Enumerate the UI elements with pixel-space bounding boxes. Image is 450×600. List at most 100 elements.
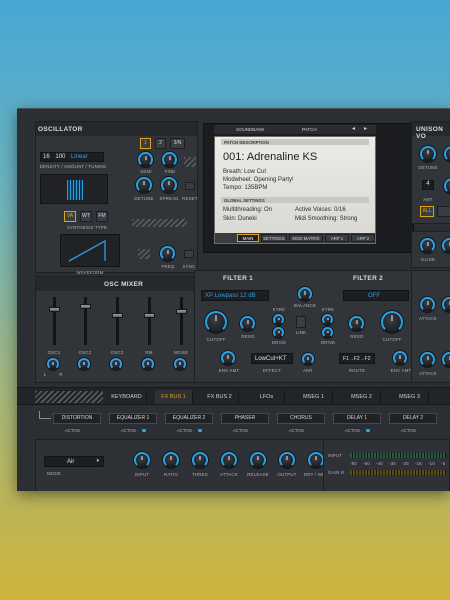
- filter-1-drive-knob[interactable]: [273, 327, 284, 338]
- filter-2-env-amt-knob[interactable]: [393, 351, 407, 365]
- filter-1-cutoff-knob[interactable]: [205, 311, 227, 333]
- filter-2-reso-knob[interactable]: [349, 316, 364, 331]
- unison-voices-display[interactable]: 4: [422, 180, 434, 190]
- global-left-2: Skin: Duneki: [223, 216, 257, 222]
- filter-1-ktrk-knob[interactable]: [273, 314, 284, 325]
- env-2-attack-knob[interactable]: [420, 352, 435, 367]
- tab-fx-bus-1[interactable]: FX BUS 1: [155, 390, 193, 404]
- fx-slot-equalizer-1[interactable]: EQUALIZER 1: [109, 413, 157, 424]
- osc-3n-button[interactable]: 3/N: [170, 138, 185, 149]
- filter-effect-amt-knob[interactable]: [302, 353, 314, 365]
- fine-knob[interactable]: [162, 152, 177, 167]
- fx-active-distortion[interactable]: ACTIVE ·: [65, 428, 83, 433]
- osc1-fader-cap[interactable]: [49, 307, 60, 312]
- tab-mod-matrix[interactable]: MOD MATRIX: [289, 234, 323, 242]
- fx-slot-delay-2[interactable]: DELAY 2: [389, 413, 437, 424]
- fx-active-delay-2[interactable]: ACTIVE ·: [401, 428, 419, 433]
- tab-mseg-3[interactable]: MSEG 3: [391, 390, 429, 404]
- semi-knob[interactable]: [138, 152, 153, 167]
- filter-effect-dropdown[interactable]: LowCut+KT: [251, 353, 293, 364]
- fx-active-delay-1[interactable]: ACTIVE ·: [345, 428, 363, 433]
- fx-slot-distortion[interactable]: DISTORTION: [53, 413, 101, 424]
- comp-input-knob[interactable]: [134, 452, 150, 468]
- osc2-pan-knob[interactable]: [78, 358, 90, 370]
- tab-soundbank[interactable]: SOUNDBANK: [236, 127, 265, 132]
- synth-type-fm-button[interactable]: FM: [96, 211, 108, 222]
- oscillator-panel: OSCILLATOR 1 2 3/N 16 100 Linear DENSITY…: [35, 121, 198, 275]
- rm-pan-knob[interactable]: [142, 358, 154, 370]
- tab-patch[interactable]: PATCH: [302, 127, 317, 132]
- detune-knob[interactable]: [136, 177, 152, 193]
- filter-route-selector[interactable]: F1→F2→F2: [339, 353, 375, 364]
- rm-fader-cap[interactable]: [144, 313, 155, 318]
- tab-arp-2[interactable]: ARP 2: [351, 234, 375, 242]
- fx-active-equalizer-2[interactable]: ACTIVE ·: [177, 428, 195, 433]
- link-button[interactable]: [296, 316, 306, 328]
- noise-fader-cap[interactable]: [176, 309, 187, 314]
- tab-mseg-1[interactable]: MSEG 1: [295, 390, 333, 404]
- unison-detune-knob[interactable]: [420, 146, 436, 162]
- waveform-display[interactable]: [60, 234, 120, 267]
- synth-type-va-button[interactable]: VA: [64, 211, 76, 222]
- filter-1-reso-knob[interactable]: [240, 316, 255, 331]
- tab-keyboard[interactable]: KEYBOARD: [107, 390, 147, 404]
- osc3-fader-cap[interactable]: [112, 313, 123, 318]
- osc3-pan-knob[interactable]: [110, 358, 122, 370]
- next-patch-arrow-icon[interactable]: ▸: [364, 125, 367, 132]
- fx-slot-chorus[interactable]: CHORUS: [277, 413, 325, 424]
- comp-drywet-knob[interactable]: [308, 452, 324, 468]
- noise-pan-knob[interactable]: [174, 358, 186, 370]
- prev-patch-arrow-icon[interactable]: ◂: [352, 125, 355, 132]
- filter-2-ktrk-knob[interactable]: [322, 314, 333, 325]
- filter-2-cutoff-knob[interactable]: [381, 311, 403, 333]
- unison-amt-knob[interactable]: [444, 178, 450, 194]
- tab-settings[interactable]: SETTINGS: [261, 234, 287, 242]
- spread-knob[interactable]: [161, 177, 177, 193]
- unison-mode-button[interactable]: [437, 206, 450, 217]
- env-2-decay-knob[interactable]: [442, 352, 450, 367]
- env-1-attack-knob[interactable]: [420, 297, 435, 312]
- filter-1-env-amt-knob[interactable]: [221, 351, 235, 365]
- tab-arp-1[interactable]: ARP 1: [325, 234, 349, 242]
- freq-knob[interactable]: [160, 246, 175, 261]
- comp-thres-knob[interactable]: [192, 452, 208, 468]
- fx-slot-delay-1[interactable]: DELAY 1: [333, 413, 381, 424]
- reset-button[interactable]: [185, 182, 195, 190]
- glide-amount-knob[interactable]: [442, 238, 450, 253]
- unison-spread-knob[interactable]: [444, 146, 450, 162]
- comp-attack-knob[interactable]: [221, 452, 237, 468]
- tab-lfos[interactable]: LFOs: [249, 390, 285, 404]
- fx-slot-phaser[interactable]: PHASER: [221, 413, 269, 424]
- filter-2-type-dropdown[interactable]: OFF: [343, 290, 409, 301]
- balance-knob[interactable]: [298, 287, 312, 301]
- fx-active-chorus[interactable]: ACTIVE ·: [289, 428, 307, 433]
- density-display[interactable]: 16 100 Linear: [40, 152, 104, 162]
- osc-2-button[interactable]: 2: [155, 138, 166, 149]
- comp-ratio-knob[interactable]: [163, 452, 179, 468]
- filter-2-drive-knob[interactable]: [322, 327, 333, 338]
- noise-fader-track[interactable]: [180, 297, 183, 345]
- osc2-fader-cap[interactable]: [80, 304, 91, 309]
- fx-active-equalizer-1[interactable]: ACTIVE ·: [121, 428, 139, 433]
- osc1-pan-knob[interactable]: [47, 358, 59, 370]
- tab-fx-bus-2[interactable]: FX BUS 2: [201, 390, 239, 404]
- tab-main[interactable]: MAIN: [237, 234, 259, 242]
- env-1-decay-knob[interactable]: [442, 297, 450, 312]
- fx-slot-equalizer-2[interactable]: EQUALIZER 2: [165, 413, 213, 424]
- tab-mseg-2[interactable]: MSEG 2: [343, 390, 381, 404]
- osc1-fader-track[interactable]: [53, 297, 56, 345]
- patch-name: 001: Adrenaline KS: [223, 151, 318, 163]
- sync-button[interactable]: [184, 250, 194, 258]
- filter-1-type-dropdown[interactable]: XP Lowpass 12 dB: [201, 290, 269, 301]
- synth-type-wt-button[interactable]: WT: [80, 211, 92, 222]
- glide-knob[interactable]: [420, 238, 435, 253]
- comp-release-knob[interactable]: [250, 452, 266, 468]
- osc3-fader-track[interactable]: [116, 297, 119, 345]
- compressor-mode-dropdown[interactable]: Air ▾: [44, 456, 104, 467]
- rm-fader-track[interactable]: [148, 297, 151, 345]
- comp-output-knob[interactable]: [279, 452, 295, 468]
- filters-panel: FILTER 1 FILTER 2 XP Lowpass 12 dB BALAN…: [194, 270, 414, 383]
- unison-all-button[interactable]: ALL: [420, 206, 434, 217]
- fx-active-phaser[interactable]: ACTIVE ·: [233, 428, 251, 433]
- osc-1-button[interactable]: 1: [140, 138, 151, 149]
